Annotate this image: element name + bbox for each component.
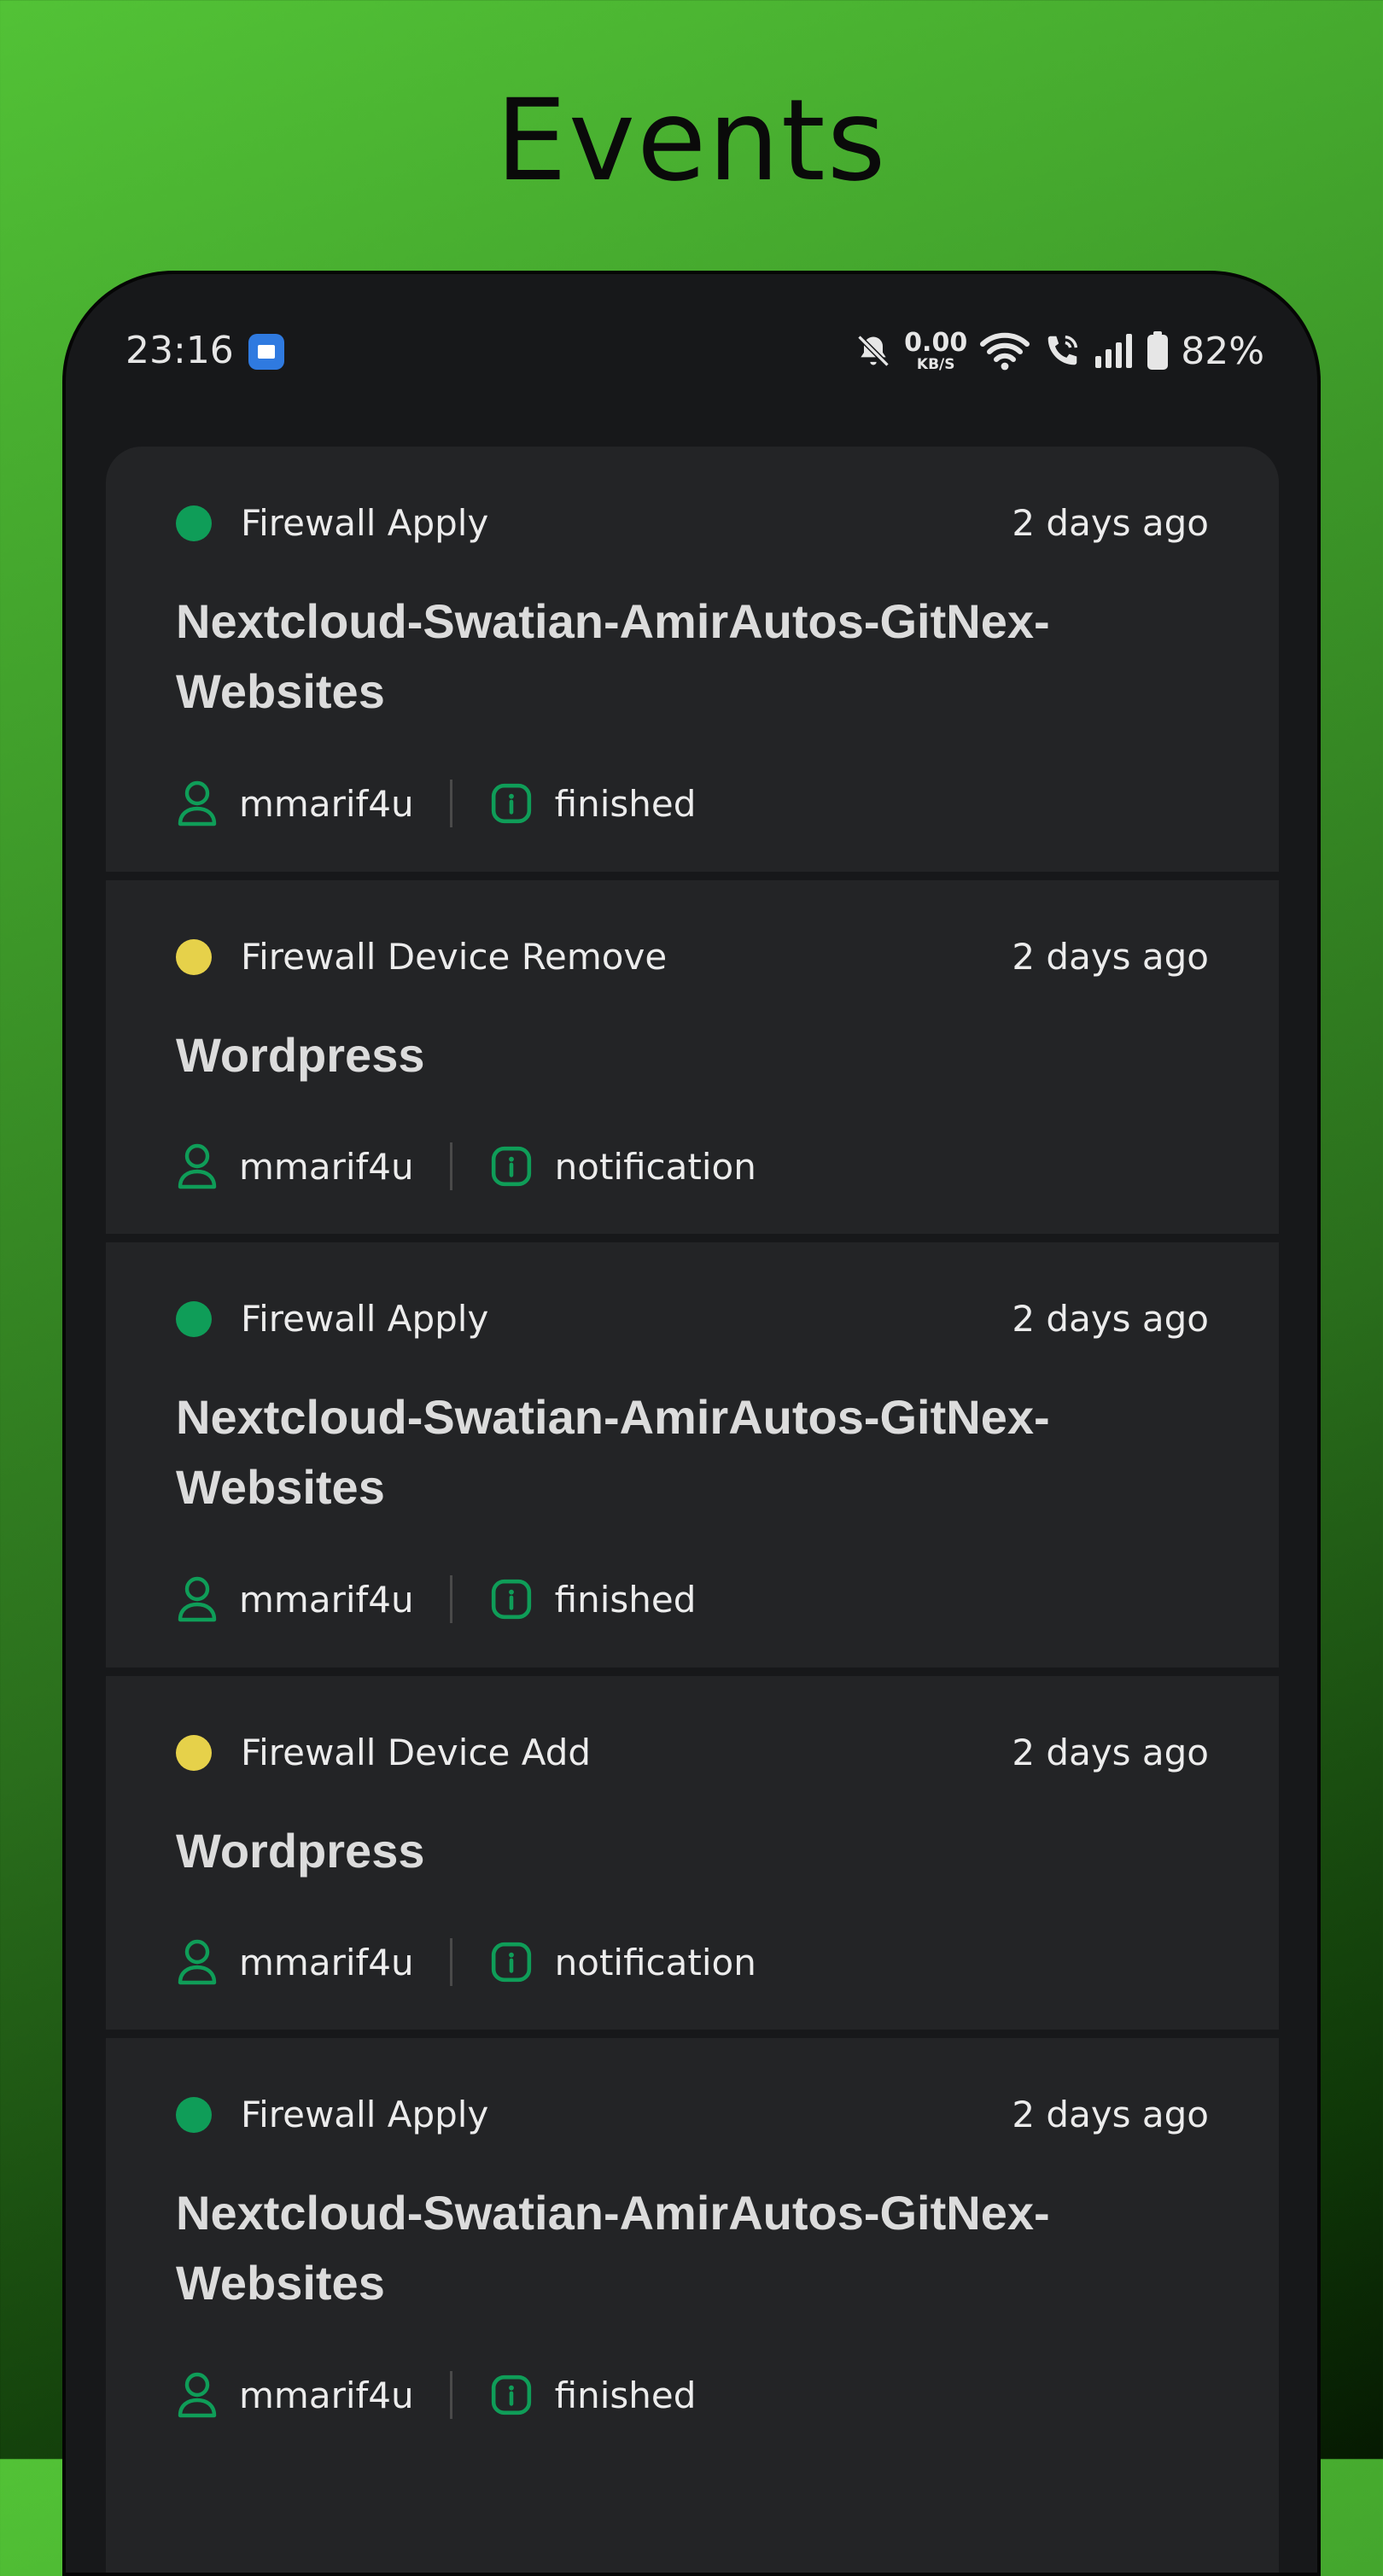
network-speed: 0.00 KB/S (904, 330, 967, 372)
event-meta: mmarif4u finished (176, 2365, 696, 2425)
info-icon (491, 1942, 531, 1983)
bell-off-icon (857, 335, 890, 367)
divider (449, 1142, 452, 1190)
event-meta: mmarif4u notification (176, 1932, 756, 1992)
event-type: Firewall Device Remove (241, 936, 668, 978)
user-icon (178, 780, 217, 827)
event-card[interactable]: Firewall Apply 2 days ago Nextcloud-Swat… (106, 2038, 1279, 2573)
event-status: finished (554, 2374, 697, 2416)
event-type: Firewall Device Add (241, 1732, 592, 1773)
event-title: Wordpress (176, 1028, 425, 1082)
info-icon (491, 2374, 531, 2415)
event-time: 2 days ago (1012, 502, 1209, 544)
page-title: Events (495, 75, 888, 207)
event-user: mmarif4u (239, 1941, 414, 1983)
info-icon (491, 783, 531, 824)
event-status: finished (554, 782, 697, 825)
event-card[interactable]: Firewall Device Add 2 days ago Wordpress… (106, 1676, 1279, 2030)
event-card[interactable]: Firewall Apply 2 days ago Nextcloud-Swat… (106, 1242, 1279, 1668)
event-status: finished (554, 1578, 697, 1621)
event-time: 2 days ago (1012, 1298, 1209, 1340)
event-type: Firewall Apply (241, 1298, 489, 1340)
battery-icon (1147, 331, 1169, 370)
files-app-icon (248, 334, 284, 370)
wifi-calling-icon (1047, 335, 1078, 365)
wifi-icon (980, 332, 1030, 371)
event-card[interactable]: Firewall Device Remove 2 days ago Wordpr… (106, 880, 1279, 1234)
user-icon (178, 1576, 217, 1622)
network-speed-unit: KB/S (916, 355, 955, 373)
event-type: Firewall Apply (241, 502, 489, 544)
event-user: mmarif4u (239, 2374, 414, 2416)
event-status: notification (554, 1145, 756, 1188)
event-user: mmarif4u (239, 1578, 414, 1621)
status-dot (176, 939, 212, 975)
divider (449, 1575, 452, 1623)
event-title: Nextcloud-Swatian-AmirAutos-GitNex-Websi… (176, 1390, 1050, 1514)
divider (449, 1938, 452, 1986)
info-icon (491, 1579, 531, 1620)
event-time: 2 days ago (1012, 2094, 1209, 2135)
event-title: Nextcloud-Swatian-AmirAutos-GitNex-Websi… (176, 594, 1050, 718)
event-meta: mmarif4u finished (176, 1569, 696, 1629)
event-card[interactable]: Firewall Apply 2 days ago Nextcloud-Swat… (106, 447, 1279, 872)
event-title: Wordpress (176, 1824, 425, 1878)
network-speed-value: 0.00 (904, 327, 968, 358)
cell-signal-icon (1095, 334, 1133, 368)
event-type: Firewall Apply (241, 2094, 489, 2135)
info-icon (491, 1146, 531, 1187)
event-title: Nextcloud-Swatian-AmirAutos-GitNex-Websi… (176, 2186, 1050, 2310)
event-user: mmarif4u (239, 782, 414, 825)
status-dot (176, 1735, 212, 1771)
phone-frame: 23:16 0.00 KB/S 82% Firewall Apply 2 day… (62, 271, 1321, 2576)
status-dot (176, 1301, 212, 1337)
battery-percentage: 82% (1181, 329, 1264, 373)
user-icon (178, 2372, 217, 2418)
event-user: mmarif4u (239, 1145, 414, 1188)
event-meta: mmarif4u finished (176, 774, 696, 833)
divider (449, 780, 452, 827)
event-time: 2 days ago (1012, 936, 1209, 978)
status-icons: 0.00 KB/S 82% (855, 324, 1264, 378)
status-dot (176, 2097, 212, 2133)
status-dot (176, 505, 212, 541)
event-time: 2 days ago (1012, 1732, 1209, 1773)
event-status: notification (554, 1941, 756, 1983)
status-time: 23:16 (125, 329, 234, 372)
divider (449, 2371, 452, 2419)
status-bar: 23:16 0.00 KB/S 82% (66, 274, 1317, 428)
user-icon (178, 1939, 217, 1985)
event-meta: mmarif4u notification (176, 1136, 756, 1196)
user-icon (178, 1143, 217, 1189)
